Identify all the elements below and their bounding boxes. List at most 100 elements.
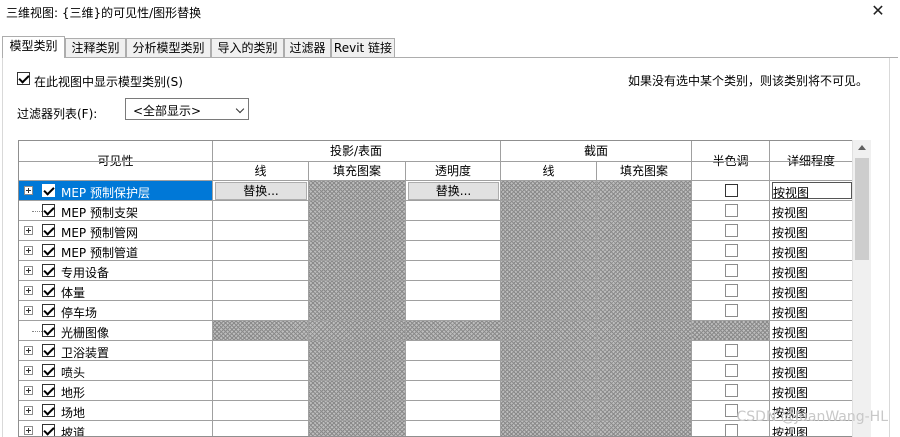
row-gridline [19, 240, 852, 241]
row-gridline [19, 420, 852, 421]
visibility-checkbox[interactable] [42, 404, 55, 417]
tab-analytical-model-categories[interactable]: 分析模型类别 [126, 38, 211, 58]
filter-list-label: 过滤器列表(F): [17, 107, 98, 121]
scroll-thumb[interactable] [855, 158, 869, 260]
detail-level-value[interactable]: 按视图 [772, 364, 808, 381]
category-name: MEP 预制管网 [61, 226, 138, 240]
visibility-checkbox[interactable] [42, 344, 55, 357]
header-projection-transparency: 透明度 [406, 162, 500, 181]
column-gridline [308, 161, 309, 436]
window-title: 三维视图: {三维}的可见性/图形替换 [6, 6, 202, 20]
column-gridline [596, 161, 597, 436]
expand-icon[interactable] [24, 366, 33, 375]
detail-level-value[interactable]: 按视图 [772, 224, 808, 241]
expand-icon[interactable] [24, 226, 33, 235]
detail-level-value[interactable]: 按视图 [772, 384, 808, 401]
row-gridline [19, 340, 852, 341]
header-projection: 投影/表面 [213, 141, 499, 161]
halftone-checkbox[interactable] [725, 384, 738, 397]
expand-icon[interactable] [24, 426, 33, 435]
show-model-categories-checkbox[interactable] [17, 72, 30, 85]
row-gridline [19, 260, 852, 261]
category-grid: 可见性 投影/表面 截面 半色调 详细程度 线 填充图案 透明度 线 填充图案 … [18, 140, 871, 437]
column-gridline [769, 141, 770, 436]
row-gridline [19, 360, 852, 361]
visibility-checkbox[interactable] [42, 184, 55, 197]
hint-text: 如果没有选中某个类别，则该类别将不可见。 [627, 74, 868, 88]
disabled-cell [309, 241, 406, 261]
halftone-checkbox[interactable] [725, 264, 738, 277]
tab-revit-links[interactable]: Revit 链接 [331, 38, 395, 58]
visibility-checkbox[interactable] [42, 324, 55, 337]
visibility-checkbox[interactable] [42, 284, 55, 297]
disabled-cell [309, 301, 406, 321]
category-name: 体量 [61, 286, 86, 300]
row-gridline [19, 220, 852, 221]
expand-icon[interactable] [24, 306, 33, 315]
disabled-cell [309, 361, 406, 381]
visibility-checkbox[interactable] [42, 304, 55, 317]
filter-list-select[interactable]: <全部显示> [125, 98, 249, 120]
visibility-checkbox[interactable] [42, 204, 55, 217]
category-name: 场地 [61, 406, 86, 420]
disabled-cell [692, 321, 770, 341]
row-gridline [19, 280, 852, 281]
halftone-checkbox[interactable] [725, 204, 738, 217]
detail-level-value[interactable]: 按视图 [772, 284, 808, 301]
detail-level-value[interactable]: 按视图 [772, 264, 808, 281]
title-bar: 三维视图: {三维}的可见性/图形替换 ✕ [0, 0, 900, 24]
detail-level-value[interactable]: 按视图 [772, 344, 808, 361]
scroll-up-arrow-icon[interactable] [858, 145, 866, 150]
halftone-checkbox[interactable] [725, 424, 738, 436]
expand-icon[interactable] [24, 346, 33, 355]
tab-imported-categories[interactable]: 导入的类别 [211, 38, 284, 58]
detail-level-value[interactable]: 按视图 [772, 424, 808, 436]
category-name: MEP 预制保护层 [61, 186, 150, 200]
expand-icon[interactable] [24, 186, 33, 195]
tab-filters[interactable]: 过滤器 [284, 38, 331, 58]
category-name: 喷头 [61, 366, 86, 380]
visibility-checkbox[interactable] [42, 244, 55, 257]
detail-level-value[interactable]: 按视图 [772, 304, 808, 321]
expand-icon[interactable] [24, 246, 33, 255]
show-model-categories-label: 在此视图中显示模型类别(S) [34, 75, 183, 89]
visibility-checkbox[interactable] [42, 384, 55, 397]
category-name: 停车场 [61, 306, 98, 320]
disabled-cell [309, 201, 406, 221]
tab-model-categories[interactable]: 模型类别 [2, 36, 65, 58]
visibility-checkbox[interactable] [42, 424, 55, 436]
tree-line [32, 331, 42, 332]
category-name: 光栅图像 [61, 326, 110, 340]
halftone-checkbox[interactable] [725, 364, 738, 377]
category-name: 坡道 [61, 426, 86, 437]
detail-level-value[interactable]: 按视图 [772, 204, 808, 221]
column-gridline [405, 161, 406, 436]
halftone-checkbox[interactable] [725, 184, 738, 197]
expand-icon[interactable] [24, 386, 33, 395]
header-cut: 截面 [501, 141, 691, 161]
close-button[interactable]: ✕ [856, 0, 900, 24]
disabled-cell [309, 281, 406, 301]
expand-icon[interactable] [24, 266, 33, 275]
visibility-checkbox[interactable] [42, 264, 55, 277]
detail-level-value[interactable]: 按视图 [772, 182, 852, 200]
filter-list-value: <全部显示> [133, 104, 202, 118]
transparency-override-button[interactable]: 替换... [408, 182, 499, 200]
halftone-checkbox[interactable] [725, 304, 738, 317]
visibility-checkbox[interactable] [42, 224, 55, 237]
tree-line [32, 211, 42, 212]
expand-icon[interactable] [24, 286, 33, 295]
expand-icon[interactable] [24, 406, 33, 415]
halftone-checkbox[interactable] [725, 224, 738, 237]
tab-annotation-categories[interactable]: 注释类别 [65, 38, 126, 58]
halftone-checkbox[interactable] [725, 244, 738, 257]
disabled-cell [309, 181, 406, 201]
detail-level-value[interactable]: 按视图 [772, 244, 808, 261]
halftone-checkbox[interactable] [725, 284, 738, 297]
detail-level-value[interactable]: 按视图 [772, 324, 808, 341]
projection-line-override-button[interactable]: 替换... [215, 182, 307, 200]
visibility-checkbox[interactable] [42, 364, 55, 377]
vertical-scrollbar[interactable] [852, 140, 871, 437]
halftone-checkbox[interactable] [725, 344, 738, 357]
header-projection-line: 线 [213, 162, 308, 181]
